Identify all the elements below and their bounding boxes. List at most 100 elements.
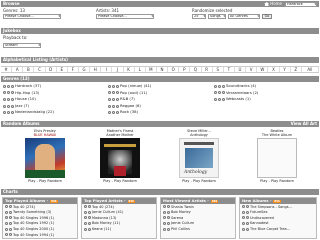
chart-item-label[interactable]: Top 40 Singles 1992 (1) [13, 221, 54, 225]
genre-item[interactable]: Hardrock (37) [3, 83, 103, 90]
play-icon[interactable] [84, 227, 87, 231]
random-type-select[interactable]: Songs [208, 14, 226, 19]
play-icon[interactable] [108, 111, 111, 115]
genre-item[interactable]: House (10) [3, 96, 103, 103]
rss-icon[interactable]: RSS [50, 199, 58, 203]
info-icon[interactable] [116, 104, 119, 108]
random-icon[interactable] [246, 210, 249, 214]
genre-label[interactable]: Hip-Hop (13) [15, 90, 39, 96]
chart-item-label[interactable]: Phil Collins [171, 227, 190, 231]
random-icon[interactable] [9, 210, 12, 214]
play-icon[interactable] [242, 205, 245, 209]
album-play-link[interactable]: Play [28, 179, 35, 183]
chart-item-label[interactable]: Madonna (13) [92, 216, 116, 220]
alpha-letter[interactable]: W [257, 67, 269, 72]
play-icon[interactable] [242, 222, 245, 226]
play-icon[interactable] [3, 97, 6, 101]
play-icon[interactable] [5, 205, 8, 209]
list-item[interactable]: Keane (11) [82, 226, 156, 232]
chart-item-label[interactable]: Top 40 Singles 2000 (1) [13, 227, 54, 231]
chart-item-label[interactable]: Shania Twain [171, 205, 194, 209]
play-icon[interactable] [214, 84, 217, 88]
alpha-letter[interactable]: C [34, 67, 46, 72]
alpha-letter[interactable]: D [46, 67, 57, 72]
rss-icon[interactable]: RSS [273, 199, 281, 203]
play-icon[interactable] [242, 216, 245, 220]
random-icon[interactable] [112, 91, 115, 95]
genre-item[interactable]: R&B (7) [108, 96, 208, 103]
genre-item[interactable]: Nederlandstalig (22) [3, 109, 103, 116]
list-item[interactable]: The Blue Carpet Trea... [240, 226, 316, 232]
list-item[interactable]: Phil Collins [161, 226, 235, 232]
random-icon[interactable] [7, 104, 10, 108]
random-genre-select[interactable]: All Genres [228, 14, 260, 19]
alpha-letter[interactable]: V [246, 67, 258, 72]
alpha-letter[interactable]: M [146, 67, 157, 72]
chart-item-label[interactable]: FutureSex [250, 210, 268, 214]
chart-item-label[interactable]: Jamie Cullum [171, 221, 194, 225]
album-play-link[interactable]: Play [103, 179, 110, 183]
album-cover[interactable] [100, 138, 140, 178]
random-icon[interactable] [88, 227, 91, 231]
alpha-letter[interactable]: O [168, 67, 180, 72]
album-card[interactable]: Steve Miller... Anthology Anthology Play… [172, 129, 226, 183]
play-icon[interactable] [163, 210, 166, 214]
alpha-letter[interactable]: All [302, 67, 320, 72]
chart-item-label[interactable]: The Blue Carpet Trea... [250, 227, 290, 231]
go-button[interactable]: Go [262, 14, 272, 19]
play-icon[interactable] [163, 227, 166, 231]
info-icon[interactable] [11, 84, 14, 88]
random-icon[interactable] [9, 222, 12, 226]
random-icon[interactable] [218, 91, 221, 95]
random-icon[interactable] [88, 210, 91, 214]
alpha-letter[interactable]: # [1, 67, 13, 72]
alpha-letter[interactable]: G [79, 67, 91, 72]
random-icon[interactable] [7, 97, 10, 101]
info-icon[interactable] [222, 97, 225, 101]
chart-item-label[interactable]: Bob Marley [171, 210, 191, 214]
chart-item-label[interactable]: Sarena [171, 216, 183, 220]
info-icon[interactable] [116, 97, 119, 101]
play-icon[interactable] [163, 205, 166, 209]
alpha-letter[interactable]: J [112, 67, 124, 72]
genre-label[interactable]: Soundtracks (4) [226, 83, 256, 89]
chart-item-label[interactable]: Undiscovered [250, 216, 274, 220]
genre-label[interactable]: Verzamelaars (2) [226, 90, 258, 96]
album-card[interactable]: Beatles The White Album Play - Play Rand… [250, 129, 304, 183]
album-card[interactable]: Mother's Finest Another Mother Play - Pl… [93, 129, 147, 183]
play-icon[interactable] [5, 222, 8, 226]
play-icon[interactable] [242, 227, 245, 231]
album-play-link[interactable]: Play [260, 179, 267, 183]
random-icon[interactable] [112, 104, 115, 108]
album-cover[interactable] [257, 138, 297, 178]
random-icon[interactable] [167, 205, 170, 209]
play-icon[interactable] [5, 227, 8, 231]
alpha-letter[interactable]: X [268, 67, 280, 72]
play-icon[interactable] [3, 104, 6, 108]
chart-item-label[interactable]: Top 40 (274) [13, 205, 35, 209]
genre-item[interactable]: Reggae (6) [108, 103, 208, 110]
random-icon[interactable] [112, 97, 115, 101]
genre-item[interactable]: Jazz (7) [3, 103, 103, 110]
alpha-letter[interactable]: H [90, 67, 102, 72]
chart-item-label[interactable]: Twenty Something (3) [13, 210, 51, 214]
album-random-link[interactable]: Play Random [39, 179, 62, 183]
random-icon[interactable] [112, 84, 115, 88]
rss-icon[interactable]: RSS [210, 199, 219, 203]
genres-select[interactable]: Please Choose... [3, 14, 61, 19]
genre-item[interactable]: Verzamelaars (2) [214, 90, 314, 97]
random-icon[interactable] [167, 227, 170, 231]
random-icon[interactable] [246, 227, 249, 231]
random-icon[interactable] [88, 216, 91, 220]
genre-label[interactable]: Hardrock (37) [15, 83, 41, 89]
alpha-letter[interactable]: U [235, 67, 247, 72]
random-icon[interactable] [7, 91, 10, 95]
random-icon[interactable] [9, 216, 12, 220]
random-icon[interactable] [218, 97, 221, 101]
play-icon[interactable] [214, 91, 217, 95]
album-random-link[interactable]: Play Random [193, 179, 216, 183]
random-icon[interactable] [167, 210, 170, 214]
alpha-letter[interactable]: S [213, 67, 224, 72]
info-icon[interactable] [11, 91, 14, 95]
rss-icon[interactable]: RSS [127, 199, 135, 203]
